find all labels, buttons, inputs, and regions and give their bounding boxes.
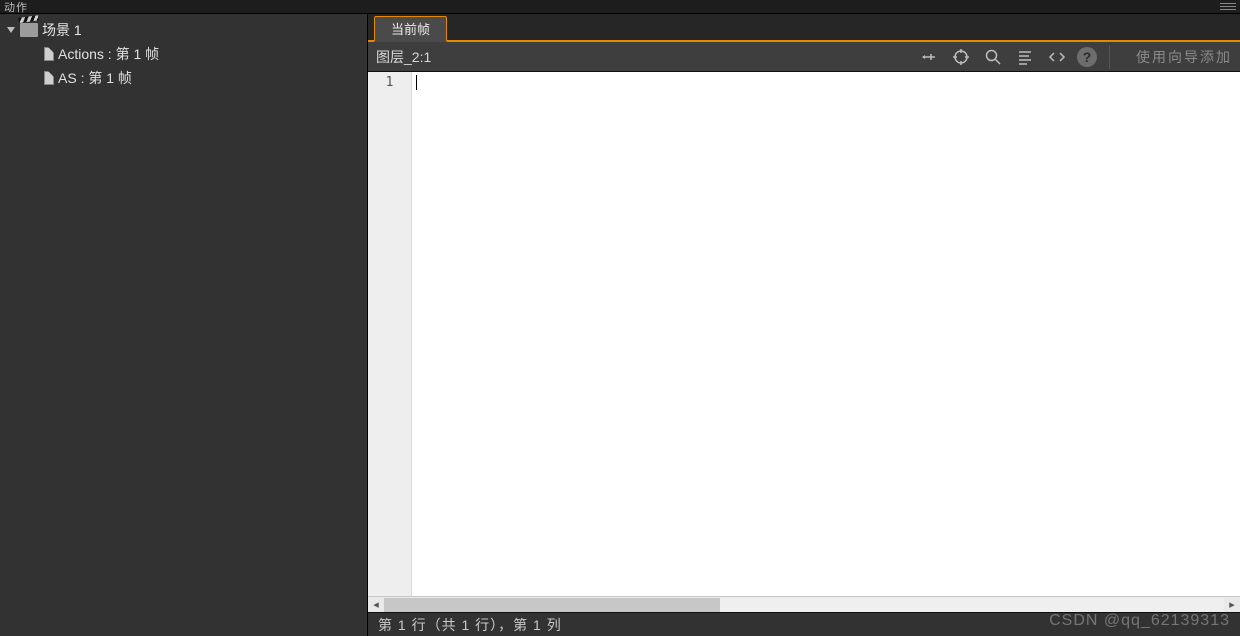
tree-item-label: Actions : 第 1 帧	[58, 44, 159, 64]
add-with-wizard-button[interactable]: 使用向导添加	[1122, 47, 1232, 67]
tree-item[interactable]: AS : 第 1 帧	[0, 66, 367, 90]
panel-titlebar: 动作	[0, 0, 1240, 14]
scroll-track[interactable]	[384, 598, 1224, 612]
disclosure-triangle-icon[interactable]	[6, 25, 16, 35]
format-code-button[interactable]	[1013, 45, 1037, 69]
editor-tabstrip: 当前帧	[368, 14, 1240, 42]
scroll-left-button[interactable]: ◂	[368, 597, 384, 613]
tree-item[interactable]: Actions : 第 1 帧	[0, 42, 367, 66]
text-cursor-icon	[416, 75, 417, 90]
code-editor-panel: 当前帧 图层_2:1	[368, 14, 1240, 636]
target-button[interactable]	[949, 45, 973, 69]
horizontal-scrollbar[interactable]: ◂ ▸	[368, 596, 1240, 612]
status-bar: 第 1 行（共 1 行），第 1 列	[368, 612, 1240, 636]
find-button[interactable]	[981, 45, 1005, 69]
tab-current-frame[interactable]: 当前帧	[374, 16, 447, 42]
tree-item-label: AS : 第 1 帧	[58, 68, 132, 88]
code-text-input[interactable]	[412, 72, 1240, 596]
tree-root-scene[interactable]: 场景 1	[0, 18, 367, 42]
scroll-thumb[interactable]	[384, 598, 720, 612]
layer-path-label: 图层_2:1	[376, 47, 431, 67]
scene-icon	[20, 23, 38, 37]
script-page-icon	[44, 47, 54, 61]
panel-title: 动作	[4, 0, 28, 15]
line-number: 1	[368, 74, 411, 92]
tab-label: 当前帧	[391, 19, 430, 38]
pin-button[interactable]	[917, 45, 941, 69]
scroll-right-button[interactable]: ▸	[1224, 597, 1240, 613]
script-page-icon	[44, 71, 54, 85]
toolbar-divider	[1109, 45, 1110, 69]
code-snippets-button[interactable]	[1045, 45, 1069, 69]
help-button[interactable]: ?	[1077, 47, 1097, 67]
editor-toolbar: 图层_2:1	[368, 42, 1240, 72]
cursor-position-label: 第 1 行（共 1 行），第 1 列	[378, 615, 562, 635]
main-split: 场景 1 Actions : 第 1 帧 AS : 第 1 帧 当前帧 图层_2…	[0, 14, 1240, 636]
panel-menu-grip-icon[interactable]	[1220, 3, 1236, 11]
line-number-gutter: 1	[368, 72, 412, 596]
script-navigator-panel: 场景 1 Actions : 第 1 帧 AS : 第 1 帧	[0, 14, 368, 636]
code-area: 1	[368, 72, 1240, 596]
tree-root-label: 场景 1	[42, 20, 82, 40]
